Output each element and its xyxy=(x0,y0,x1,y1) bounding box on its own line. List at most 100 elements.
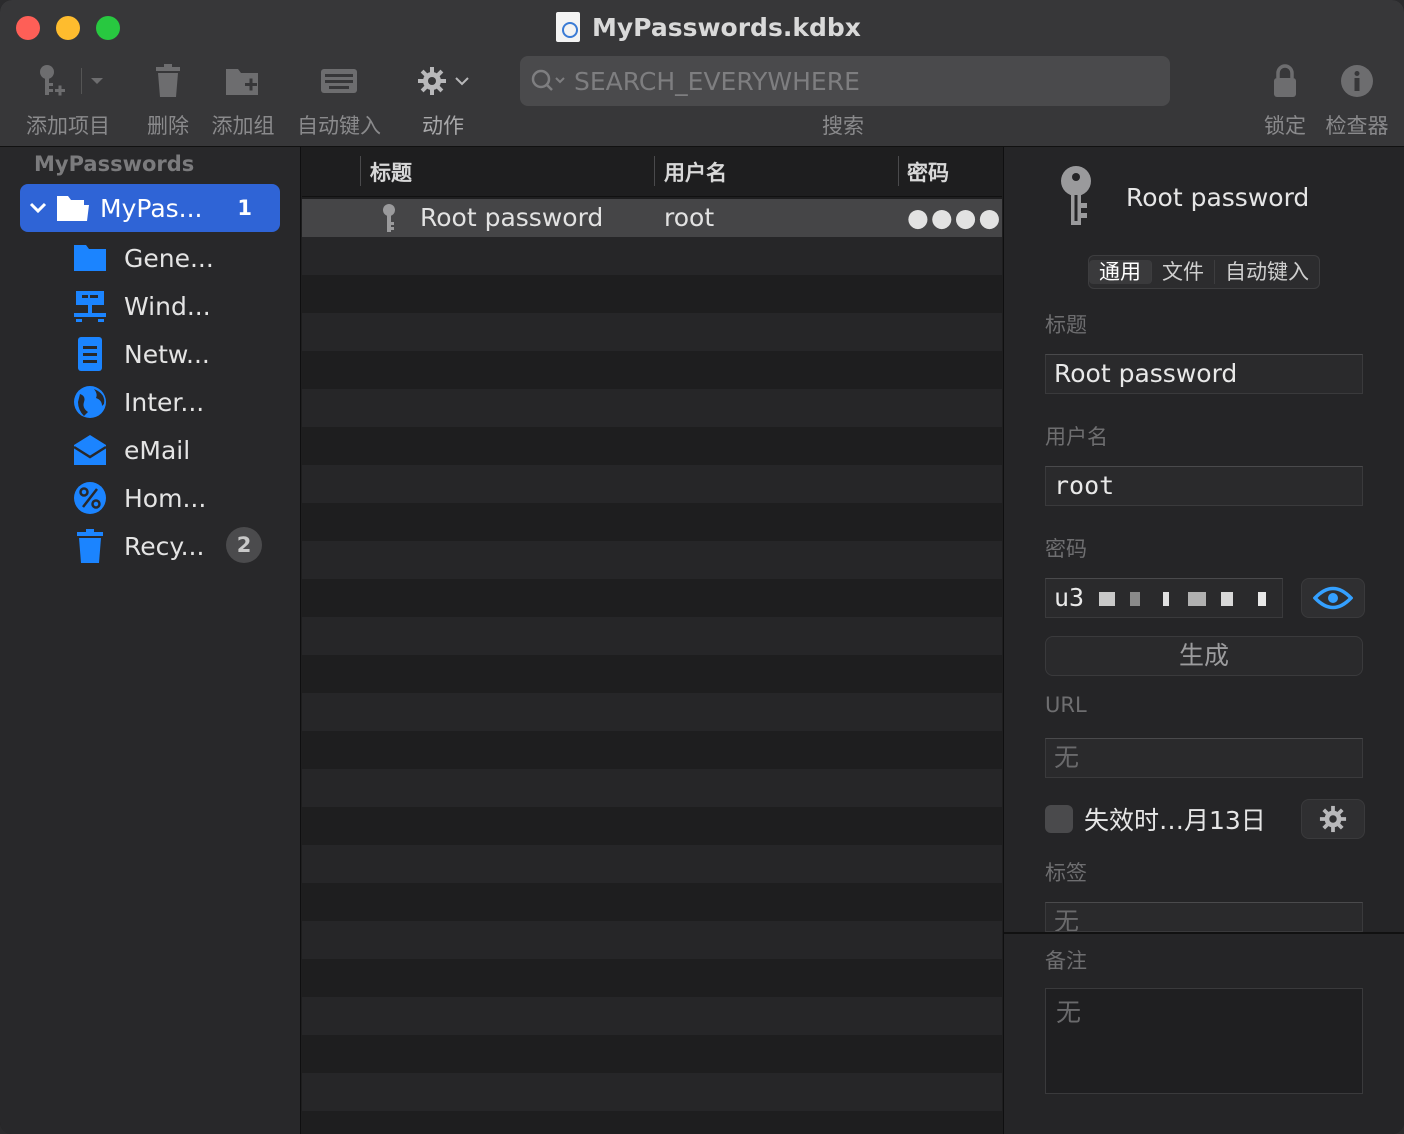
lock-icon xyxy=(1274,64,1296,97)
notes-field[interactable]: 无 xyxy=(1045,988,1363,1094)
minimize-window-button[interactable] xyxy=(56,16,80,40)
expiry-settings-button[interactable] xyxy=(1301,799,1365,839)
folder-plus-icon xyxy=(226,69,258,95)
folder-icon xyxy=(74,245,106,271)
keyboard-icon xyxy=(321,69,357,93)
column-header-username[interactable]: 用户名 xyxy=(664,157,727,187)
sidebar-item-homebanking[interactable]: Hom... xyxy=(72,478,206,518)
tab-autotype[interactable]: 自动键入 xyxy=(1215,260,1319,284)
sidebar-item-label: Wind... xyxy=(124,291,211,321)
app-window: MyPasswords.kdbx 添加项目 删除 添加组 自动键入 动作 SEA… xyxy=(0,0,1404,1134)
search-label: 搜索 xyxy=(822,114,864,138)
generate-password-button[interactable]: 生成 xyxy=(1045,636,1363,676)
list-header: 标题 用户名 密码 xyxy=(302,147,1002,197)
password-redaction xyxy=(1099,592,1116,606)
inspector-button[interactable]: 检查器 xyxy=(1323,58,1391,140)
password-field[interactable]: u3 xyxy=(1045,578,1283,618)
zoom-window-button[interactable] xyxy=(96,16,120,40)
lock-button[interactable]: 锁定 xyxy=(1262,58,1308,140)
add-group-button[interactable]: 添加组 xyxy=(208,58,278,140)
delete-label: 删除 xyxy=(147,114,189,138)
gear-icon xyxy=(418,67,446,95)
delete-button[interactable]: 删除 xyxy=(143,58,193,140)
url-label: URL xyxy=(1045,693,1087,717)
recycle-bin-count-badge: 2 xyxy=(226,527,262,563)
sidebar-item-label: eMail xyxy=(124,435,191,465)
autotype-label: 自动键入 xyxy=(297,114,381,138)
column-divider xyxy=(654,156,655,186)
network-windows-icon xyxy=(74,291,106,322)
sidebar-item-general[interactable]: Gene... xyxy=(72,238,214,278)
server-icon xyxy=(78,337,102,371)
column-divider xyxy=(898,156,899,186)
table-row[interactable]: Root password root ●●●●●● xyxy=(302,199,1002,237)
window-title-bar: MyPasswords.kdbx xyxy=(556,10,861,44)
add-entry-label: 添加项目 xyxy=(26,114,110,138)
key-plus-icon xyxy=(39,65,65,96)
sidebar-item-internet[interactable]: Inter... xyxy=(72,382,204,422)
inspector-tabs: 通用 文件 自动键入 xyxy=(1088,255,1320,289)
document-icon xyxy=(556,12,580,42)
entry-list: 标题 用户名 密码 Root password root ●●●●●● xyxy=(302,147,1002,1134)
url-field[interactable]: 无 xyxy=(1045,738,1363,778)
tags-field[interactable]: 无 xyxy=(1045,902,1363,932)
tab-files[interactable]: 文件 xyxy=(1152,260,1215,284)
password-label: 密码 xyxy=(1045,537,1087,561)
actions-label: 动作 xyxy=(422,114,464,138)
toolbar: MyPasswords.kdbx 添加项目 删除 添加组 自动键入 动作 SEA… xyxy=(0,0,1404,147)
sidebar-item-root[interactable]: MyPas... 1 xyxy=(20,184,280,232)
window-title: MyPasswords.kdbx xyxy=(592,12,861,42)
envelope-icon xyxy=(73,435,107,465)
add-entry-button[interactable]: 添加项目 xyxy=(20,58,116,140)
sidebar-item-label: MyPas... xyxy=(100,193,203,223)
sidebar-header: MyPasswords xyxy=(34,152,195,176)
sidebar-item-network[interactable]: Netw... xyxy=(72,334,210,374)
sidebar-item-recycle-bin[interactable]: Recy... xyxy=(72,526,204,566)
sidebar-item-windows[interactable]: Wind... xyxy=(72,286,211,326)
tags-label: 标签 xyxy=(1045,861,1087,885)
username-field[interactable]: root xyxy=(1045,466,1363,506)
trash-icon xyxy=(156,64,180,97)
autotype-button[interactable]: 自动键入 xyxy=(294,58,384,140)
info-icon xyxy=(1341,65,1373,97)
chevron-down-icon xyxy=(455,77,469,86)
column-header-title[interactable]: 标题 xyxy=(370,157,412,187)
search-field[interactable]: SEARCH_EVERYWHERE xyxy=(520,56,1170,106)
search-icon xyxy=(531,69,565,91)
panel-divider[interactable] xyxy=(1004,932,1404,934)
close-window-button[interactable] xyxy=(16,16,40,40)
sidebar-item-label: Recy... xyxy=(124,531,205,561)
inspector-panel: Root password 通用 文件 自动键入 标题 Root passwor… xyxy=(1003,147,1404,1134)
globe-icon xyxy=(74,386,106,418)
eye-icon xyxy=(1313,586,1353,610)
key-icon xyxy=(383,204,395,232)
entry-username-cell: root xyxy=(664,203,715,232)
notes-label: 备注 xyxy=(1045,949,1087,973)
sidebar-item-label: Netw... xyxy=(124,339,210,369)
sidebar-item-label: Gene... xyxy=(124,243,214,273)
actions-menu-button[interactable]: 动作 xyxy=(412,58,474,140)
title-field[interactable]: Root password xyxy=(1045,354,1363,394)
title-label: 标题 xyxy=(1045,313,1087,337)
gear-icon xyxy=(1319,805,1347,833)
sidebar: MyPasswords MyPas... 1 Gene... Wind... N… xyxy=(0,147,301,1134)
column-divider xyxy=(360,156,361,186)
chevron-down-icon[interactable] xyxy=(28,201,48,215)
tab-general[interactable]: 通用 xyxy=(1089,260,1152,284)
password-visible-prefix: u3 xyxy=(1054,583,1085,612)
add-group-label: 添加组 xyxy=(211,114,275,138)
column-header-password[interactable]: 密码 xyxy=(907,157,949,187)
sidebar-item-label: Hom... xyxy=(124,483,207,513)
entry-title-cell: Root password xyxy=(420,203,604,232)
trash-icon xyxy=(77,529,103,563)
key-icon xyxy=(1061,166,1091,225)
reveal-password-button[interactable] xyxy=(1301,578,1365,618)
sidebar-item-email[interactable]: eMail xyxy=(72,430,190,470)
entry-count: 1 xyxy=(237,196,252,220)
expires-checkbox[interactable] xyxy=(1045,805,1073,833)
percent-icon xyxy=(74,482,106,514)
username-label: 用户名 xyxy=(1045,425,1108,449)
sidebar-item-label: Inter... xyxy=(124,387,205,417)
folder-open-icon xyxy=(57,196,89,221)
search-placeholder: SEARCH_EVERYWHERE xyxy=(574,66,860,96)
